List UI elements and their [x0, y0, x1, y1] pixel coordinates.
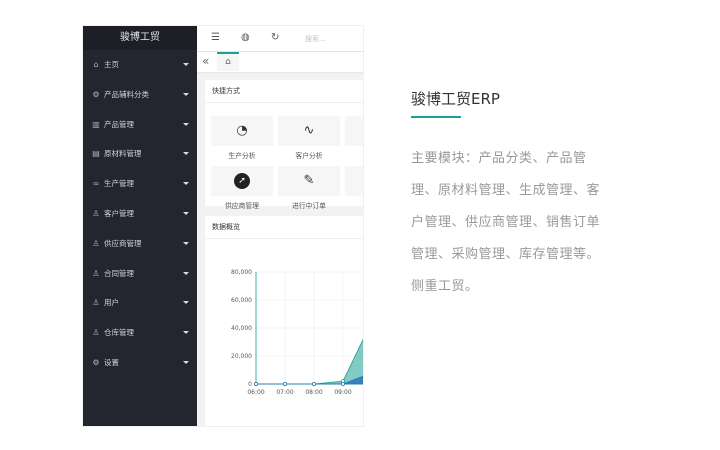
- shortcut-production-analysis[interactable]: ◔ 生产分析: [211, 116, 273, 160]
- sidebar-item-warehouse[interactable]: ♙ 仓库管理: [83, 318, 197, 348]
- y-tick-label: 0: [248, 381, 252, 388]
- top-toolbar: ☰ ◍ ↻ 搜索...: [197, 26, 363, 52]
- sidebar-item-home[interactable]: ⌂ 主页: [83, 50, 197, 80]
- shortcut-overflow[interactable]: [345, 166, 363, 196]
- edit-doc-icon: ✎: [278, 166, 340, 196]
- data-point: [283, 382, 287, 386]
- y-tick-label: 80,000: [231, 269, 252, 276]
- tab-home[interactable]: ⌂: [217, 52, 239, 71]
- search-input[interactable]: 搜索...: [305, 34, 326, 44]
- sidebar-item-raw-material[interactable]: ▤ 原材料管理: [83, 139, 197, 169]
- sidebar: 骏博工贸 ⌂ 主页 ⚙ 产品辅料分类 ▥ 产品管理 ▤ 原材料管理 ∞ 生产管理 ♙ 客户管…: [83, 26, 197, 426]
- y-tick-label: 40,000: [231, 325, 252, 332]
- sidebar-item-label: 产品辅料分类: [104, 89, 149, 99]
- chart-icon: ▤: [92, 149, 100, 159]
- summary-title: 骏博工贸ERP: [411, 90, 500, 108]
- sidebar-item-label: 合同管理: [104, 268, 134, 278]
- x-tick-label: 09:00: [334, 389, 351, 396]
- series-area: [256, 338, 363, 385]
- chevron-down-icon: [183, 331, 189, 335]
- sidebar-item-label: 生产管理: [104, 179, 134, 189]
- gear-icon: ⚙: [92, 357, 100, 367]
- pulse-icon: ∿: [278, 116, 340, 146]
- shortcut-supplier-management[interactable]: ➚ 供应商管理: [211, 166, 273, 210]
- sidebar-item-customers[interactable]: ♙ 客户管理: [83, 199, 197, 229]
- chevron-down-icon: [183, 271, 189, 275]
- sidebar-item-product-material-category[interactable]: ⚙ 产品辅料分类: [83, 80, 197, 110]
- sidebar-item-suppliers[interactable]: ♙ 供应商管理: [83, 229, 197, 259]
- tab-bar: « ⌂: [197, 52, 363, 73]
- app-window: 骏博工贸 ⌂ 主页 ⚙ 产品辅料分类 ▥ 产品管理 ▤ 原材料管理 ∞ 生产管理 ♙ 客户管…: [83, 26, 363, 426]
- chevron-down-icon: [183, 211, 189, 215]
- globe-icon[interactable]: ◍: [241, 32, 250, 43]
- sidebar-item-label: 设置: [104, 357, 119, 367]
- menu-collapse-icon[interactable]: ☰: [211, 32, 220, 43]
- refresh-icon[interactable]: ↻: [271, 32, 279, 43]
- user-icon: ♙: [92, 208, 100, 218]
- y-tick-label: 20,000: [231, 353, 252, 360]
- user-icon: ♙: [92, 298, 100, 308]
- compass-icon: ➚: [211, 166, 273, 196]
- x-tick-label: 08:00: [305, 389, 322, 396]
- gear-icon: ⚙: [92, 89, 100, 99]
- library-icon: ▥: [92, 119, 100, 129]
- chevron-down-icon: [183, 122, 189, 126]
- user-icon: ♙: [92, 268, 100, 278]
- y-tick-label: 60,000: [231, 297, 252, 304]
- sidebar-title: 骏博工贸: [83, 26, 197, 50]
- home-icon: ⌂: [93, 60, 99, 69]
- home-icon: ⌂: [225, 57, 231, 67]
- overview-chart: 0 20,000 40,000 60,000 80,000 06:00 07:00 08:0…: [231, 269, 363, 396]
- chevron-down-icon: [183, 241, 189, 245]
- user-icon: ♙: [92, 238, 100, 248]
- sidebar-item-label: 仓库管理: [104, 328, 134, 338]
- sidebar-item-label: 用户: [104, 298, 119, 308]
- data-point: [312, 382, 316, 386]
- sidebar-item-label: 产品管理: [104, 119, 134, 129]
- chevron-down-icon: [183, 360, 189, 364]
- shortcut-label: 客户分析: [295, 152, 323, 160]
- shortcuts-title: 快捷方式: [205, 80, 363, 103]
- data-point: [341, 382, 345, 386]
- shortcut-label: 供应商管理: [225, 202, 259, 210]
- sidebar-menu: ⌂ 主页 ⚙ 产品辅料分类 ▥ 产品管理 ▤ 原材料管理 ∞ 生产管理 ♙ 客户管理 ♙ 供应…: [83, 50, 197, 378]
- chevron-down-icon: [183, 92, 189, 96]
- overview-title: 数据概览: [205, 216, 363, 239]
- summary-divider: [411, 116, 461, 118]
- sidebar-item-contracts[interactable]: ♙ 合同管理: [83, 259, 197, 289]
- sidebar-item-production[interactable]: ∞ 生产管理: [83, 169, 197, 199]
- summary-text: 主要模块：产品分类、产品管理、原材料管理、生成管理、客户管理、供应商管理、销售订…: [411, 151, 601, 294]
- chevron-down-icon: [183, 63, 189, 66]
- sidebar-item-label: 供应商管理: [104, 238, 142, 248]
- sidebar-item-label: 主页: [104, 60, 119, 69]
- chevron-down-icon: [183, 182, 189, 186]
- shortcut-overflow[interactable]: [345, 116, 363, 146]
- x-tick-label: 06:00: [247, 389, 264, 396]
- sidebar-item-settings[interactable]: ⚙ 设置: [83, 348, 197, 378]
- shortcut-label: 进行中订单: [292, 202, 326, 210]
- link-icon: ∞: [92, 179, 100, 189]
- sidebar-item-label: 原材料管理: [104, 149, 142, 159]
- double-chevron-left-icon[interactable]: «: [202, 54, 209, 68]
- data-point: [254, 382, 258, 386]
- sidebar-item-users[interactable]: ♙ 用户: [83, 288, 197, 318]
- x-tick-label: 07:00: [276, 389, 293, 396]
- shortcuts-card: 快捷方式 ◔ 生产分析 ∿ 客户分析 ➚ 供应商管理 ✎ 进行中订单: [205, 80, 363, 210]
- gauge-icon: ◔: [211, 116, 273, 146]
- sidebar-item-label: 客户管理: [104, 208, 134, 218]
- chevron-down-icon: [183, 152, 189, 156]
- main-content: ☰ ◍ ↻ 搜索... « ⌂ 快捷方式 ◔ 生产分析 ∿ 客户分析 ➚ 供应商…: [197, 26, 363, 426]
- data-overview-card: 数据概览 0 20,000 40,000 60,000 80,000 06:00 07:0…: [205, 216, 363, 426]
- shortcut-label: 生产分析: [228, 152, 256, 160]
- shortcut-customer-analysis[interactable]: ∿ 客户分析: [278, 116, 340, 160]
- sidebar-item-product-management[interactable]: ▥ 产品管理: [83, 110, 197, 140]
- user-icon: ♙: [92, 328, 100, 338]
- chevron-down-icon: [183, 301, 189, 305]
- shortcut-orders-in-progress[interactable]: ✎ 进行中订单: [278, 166, 340, 210]
